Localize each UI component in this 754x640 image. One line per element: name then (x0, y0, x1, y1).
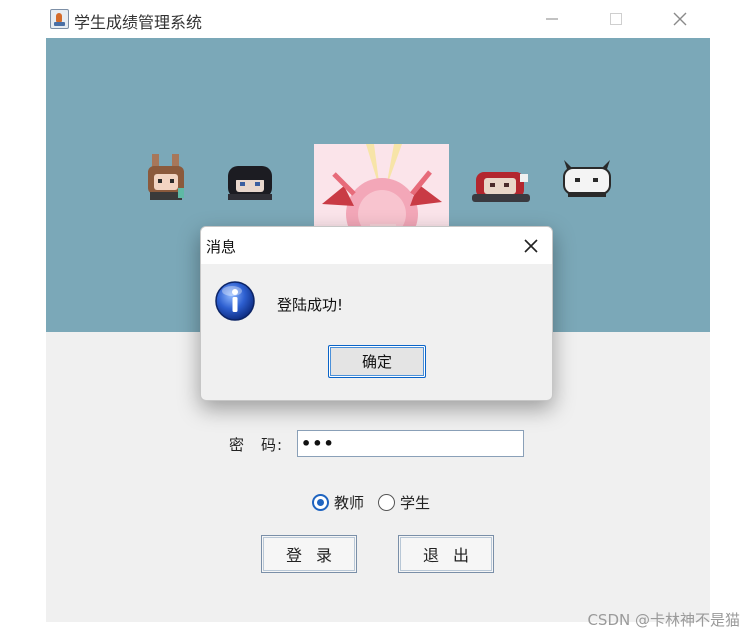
minimize-icon (546, 18, 558, 20)
close-button[interactable] (656, 4, 704, 34)
dialog-titlebar[interactable]: 消息 (201, 227, 552, 264)
red-hood-sprite (472, 172, 530, 202)
bunny-girl-sprite (148, 154, 184, 200)
window-titlebar[interactable]: 学生成绩管理系统 (46, 0, 710, 38)
message-dialog: 消息 登陆成功! 确定 (200, 226, 553, 401)
student-radio[interactable] (378, 494, 396, 511)
dialog-message: 登陆成功! (277, 296, 344, 314)
teacher-radio-label[interactable]: 教师 (334, 492, 364, 513)
exit-button[interactable]: 退出 (398, 535, 494, 573)
student-radio-label[interactable]: 学生 (400, 492, 430, 513)
dark-hair-sprite (228, 166, 272, 200)
minimize-button[interactable] (528, 4, 576, 34)
csdn-watermark: CSDN @卡林神不是猫 (587, 611, 740, 629)
login-button[interactable]: 登录 (261, 535, 357, 573)
password-label: 密 码: (229, 436, 284, 454)
window-title: 学生成绩管理系统 (74, 13, 203, 32)
ok-button[interactable]: 确定 (328, 345, 426, 378)
info-icon (215, 281, 255, 321)
password-field[interactable]: ••• (297, 430, 524, 457)
maximize-icon (610, 13, 622, 25)
dialog-close-button[interactable] (520, 235, 542, 257)
dialog-title: 消息 (206, 238, 237, 256)
role-radio-group: 教师 学生 (312, 492, 444, 513)
java-app-icon (50, 9, 69, 29)
close-icon (524, 239, 538, 253)
teacher-radio[interactable] (312, 494, 329, 511)
maximize-button[interactable] (592, 4, 640, 34)
close-icon (673, 12, 687, 26)
white-cat-sprite (563, 160, 611, 197)
